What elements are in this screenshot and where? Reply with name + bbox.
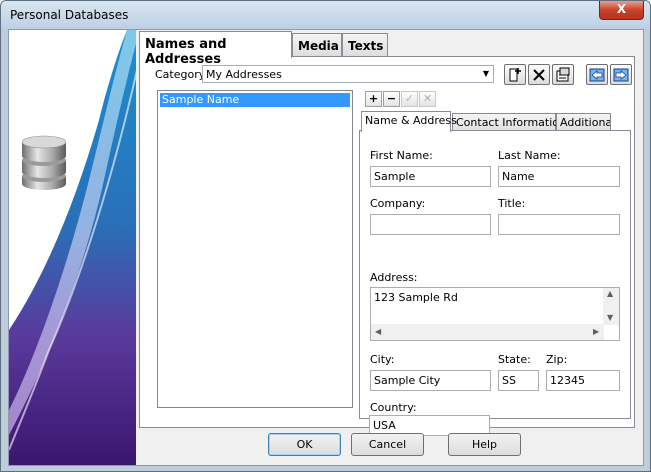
tab-texts[interactable]: Texts: [342, 33, 388, 57]
subtab-additional[interactable]: Additional: [556, 113, 611, 131]
zip-label: Zip:: [546, 353, 568, 366]
arrow-right-icon: [613, 68, 629, 82]
tab-label: Texts: [348, 39, 384, 53]
scroll-left-icon: ◀: [375, 327, 382, 336]
state-field[interactable]: SS: [498, 370, 539, 391]
category-select[interactable]: My Addresses ▼: [202, 65, 494, 83]
chevron-down-icon: ▼: [482, 69, 489, 78]
category-value: My Addresses: [206, 68, 282, 81]
edit-entry-button[interactable]: ✓: [401, 91, 418, 107]
delete-x-icon: [533, 69, 545, 81]
names-list[interactable]: Sample Name: [157, 90, 353, 408]
tab-names-and-addresses[interactable]: Names and Addresses: [139, 31, 292, 67]
address-field[interactable]: 123 Sample Rd ▲ ▼ ◀ ▶: [370, 287, 620, 341]
address-value: 123 Sample Rd: [374, 291, 458, 304]
country-label: Country:: [370, 401, 417, 414]
names-tab-page: Category: My Addresses ▼ Sample Name + −…: [139, 56, 635, 436]
subtab-label: Additional: [560, 116, 611, 129]
scroll-up-icon: ▲: [607, 289, 614, 298]
dialog-client-area: Names and Addresses Media Texts Category…: [8, 29, 644, 466]
ok-button[interactable]: OK: [268, 433, 341, 456]
move-left-button[interactable]: [586, 64, 608, 85]
main-panel: Names and Addresses Media Texts Category…: [136, 30, 643, 465]
subtab-contact-information[interactable]: Contact Information: [452, 113, 566, 131]
subtab-name-address[interactable]: Name & Address: [361, 111, 457, 132]
list-item[interactable]: Sample Name: [160, 93, 350, 107]
tab-label: Names and Addresses: [145, 37, 227, 67]
subtab-label: Contact Information: [456, 116, 566, 129]
horizontal-scrollbar[interactable]: ◀ ▶: [371, 324, 604, 340]
decorative-banner: [9, 30, 137, 465]
company-label: Company:: [370, 197, 426, 210]
remove-entry-button[interactable]: −: [383, 91, 400, 107]
database-icon: [21, 135, 67, 190]
close-button[interactable]: X: [599, 1, 644, 20]
first-name-field[interactable]: Sample: [370, 166, 491, 187]
tab-label: Media: [298, 39, 339, 53]
arrow-left-icon: [589, 68, 605, 82]
category-properties-button[interactable]: [552, 64, 574, 85]
vertical-scrollbar[interactable]: ▲ ▼: [603, 288, 619, 325]
scroll-right-icon: ▶: [593, 327, 600, 336]
city-label: City:: [370, 353, 395, 366]
subtab-label: Name & Address: [365, 114, 457, 127]
check-icon: ✓: [404, 92, 415, 105]
first-name-label: First Name:: [370, 149, 433, 162]
city-field[interactable]: Sample City: [370, 370, 491, 391]
scroll-down-icon: ▼: [607, 313, 614, 322]
category-label: Category:: [155, 68, 209, 81]
address-label: Address:: [370, 271, 418, 284]
dialog-window: Personal Databases X Names and Addresses…: [0, 0, 651, 472]
wave-artwork: [9, 30, 137, 465]
last-name-label: Last Name:: [498, 149, 561, 162]
state-label: State:: [498, 353, 531, 366]
name-address-page: First Name: Sample Last Name: Name Compa…: [359, 130, 631, 419]
title-bar[interactable]: Personal Databases X: [1, 1, 650, 29]
cancel-edit-button[interactable]: ✕: [419, 91, 436, 107]
tab-media[interactable]: Media: [292, 33, 342, 57]
cross-icon: ✕: [422, 92, 433, 105]
cancel-button[interactable]: Cancel: [351, 433, 424, 456]
add-entry-button[interactable]: +: [365, 91, 382, 107]
delete-category-button[interactable]: [528, 64, 550, 85]
title-field[interactable]: [498, 214, 620, 235]
move-right-button[interactable]: [610, 64, 632, 85]
new-category-button[interactable]: [504, 64, 526, 85]
title-label: Title:: [498, 197, 526, 210]
company-field[interactable]: [370, 214, 491, 235]
new-page-icon: [509, 68, 521, 82]
window-title: Personal Databases: [10, 8, 129, 22]
help-button[interactable]: Help: [448, 433, 521, 456]
last-name-field[interactable]: Name: [498, 166, 620, 187]
zip-field[interactable]: 12345: [546, 370, 620, 391]
properties-icon: [556, 67, 570, 82]
